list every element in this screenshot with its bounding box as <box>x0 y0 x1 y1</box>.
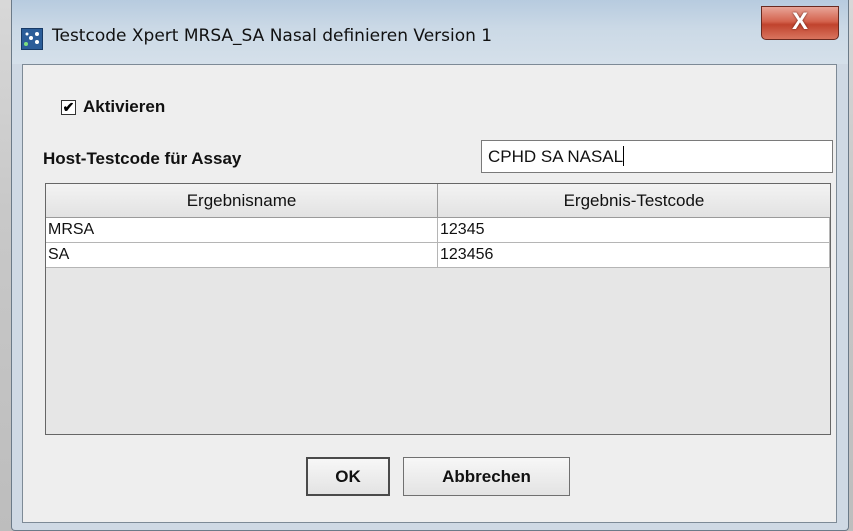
check-icon: ✔ <box>62 98 75 115</box>
cell-ergebnisname[interactable]: MRSA <box>46 218 438 243</box>
host-testcode-label: Host-Testcode für Assay <box>43 149 242 168</box>
table-header: Ergebnisname Ergebnis-Testcode <box>46 184 830 218</box>
cell-ergebnis-testcode[interactable]: 123456 <box>438 243 830 268</box>
dialog-window: Testcode Xpert MRSA_SA Nasal definieren … <box>11 0 849 531</box>
app-icon <box>21 28 43 50</box>
activate-label[interactable]: Aktivieren <box>83 97 165 117</box>
column-header-ergebnisname[interactable]: Ergebnisname <box>46 184 438 218</box>
window-title: Testcode Xpert MRSA_SA Nasal definieren … <box>52 26 493 46</box>
close-icon: X <box>791 8 808 35</box>
ok-button[interactable]: OK <box>306 457 390 496</box>
activate-row[interactable]: ✔ Aktivieren <box>61 97 165 117</box>
text-caret <box>623 146 625 166</box>
cell-ergebnisname[interactable]: SA <box>46 243 438 268</box>
column-header-ergebnis-testcode[interactable]: Ergebnis-Testcode <box>438 184 830 218</box>
dialog-body: ✔ Aktivieren Host-Testcode für Assay CPH… <box>22 64 837 523</box>
cell-ergebnis-testcode[interactable]: 12345 <box>438 218 830 243</box>
host-testcode-value: CPHD SA NASAL <box>488 147 624 166</box>
cancel-button[interactable]: Abbrechen <box>403 457 570 496</box>
close-button[interactable]: X <box>761 6 839 40</box>
activate-checkbox[interactable]: ✔ <box>61 98 76 115</box>
title-bar[interactable]: Testcode Xpert MRSA_SA Nasal definieren … <box>12 0 848 64</box>
host-testcode-input[interactable]: CPHD SA NASAL <box>481 140 833 173</box>
results-table[interactable]: Ergebnisname Ergebnis-Testcode MRSA 1234… <box>45 183 831 435</box>
table-row[interactable]: MRSA 12345 <box>46 218 830 243</box>
table-row[interactable]: SA 123456 <box>46 243 830 268</box>
